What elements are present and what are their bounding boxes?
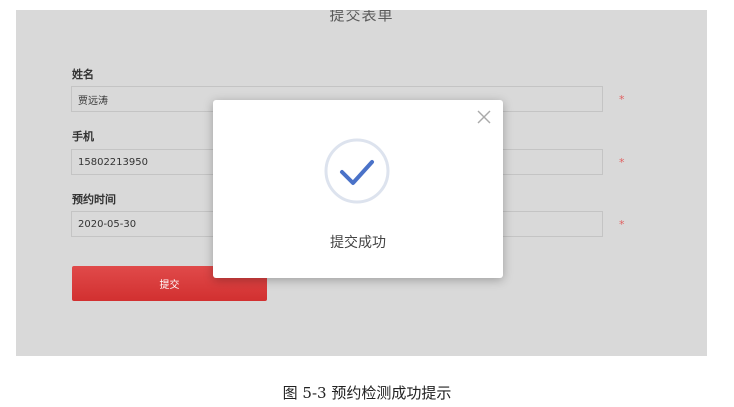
appointment-time-required-mark: * <box>619 218 625 231</box>
phone-label: 手机 <box>72 130 94 143</box>
success-dialog: 提交成功 <box>213 100 503 278</box>
check-circle-icon <box>324 138 390 204</box>
page: 提交表单 姓名 * 手机 * 预约时间 * 提交 提交成功 图 5-3 预约检测… <box>0 0 734 407</box>
form-title: 提交表单 <box>329 10 394 24</box>
close-icon[interactable] <box>475 108 493 126</box>
figure-caption: 图 5-3 预约检测成功提示 <box>282 384 452 402</box>
phone-required-mark: * <box>619 156 625 169</box>
name-required-mark: * <box>619 93 625 106</box>
appointment-time-label: 预约时间 <box>72 193 116 206</box>
name-label: 姓名 <box>72 68 94 81</box>
success-message: 提交成功 <box>330 235 386 251</box>
